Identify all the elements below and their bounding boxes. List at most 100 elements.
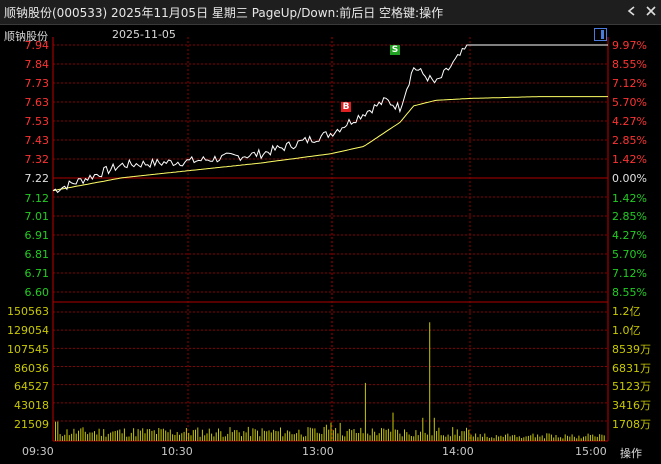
volume-bar [201,429,203,441]
volume-bar [218,428,219,441]
pct-label: 2.85% [612,134,647,147]
volume-bar [351,430,353,441]
volume-bar [387,428,389,441]
volume-bar [344,436,346,441]
volume-bar [431,435,433,441]
volume-bar [539,436,541,441]
volume-bar [286,430,288,441]
average-price-line [52,96,608,192]
volume-bar [153,430,155,441]
volume-bar [87,434,89,441]
volume-bar [433,417,435,441]
volume-bar [96,434,98,441]
pct-label: 5.70% [612,96,647,109]
volume-bar [527,435,529,441]
volume-bar [555,435,557,441]
volume-bar [438,427,440,441]
volume-bar [362,433,364,441]
volume-bar [548,433,550,441]
volume-bar [560,437,562,441]
volume-bar [303,436,304,441]
time-label: 09:30 [22,445,54,458]
volume-bar [229,427,231,441]
volume-bar [374,431,376,441]
volume-bar [415,430,417,441]
price-label: 7.84 [24,58,50,71]
volume-bar [594,436,596,441]
volume-bar [401,436,403,441]
volume-bar [328,429,330,441]
pct-label: 7.12% [612,267,647,280]
price-label: 6.71 [24,267,50,280]
volume-bar [573,436,575,441]
volume-bar [169,429,171,441]
volume-bar [121,433,123,441]
volume-bar [337,433,339,441]
volume-bar [585,436,587,441]
volume-bar [383,428,385,441]
volume-bar [192,430,194,441]
volume-bar [562,438,564,441]
volume-bar [289,431,291,441]
volume-bar [443,435,444,441]
volume-bar [394,429,396,441]
volume-bar [123,428,125,441]
volume-bar [291,434,293,441]
volume-bar [601,434,603,441]
volume-bar [277,431,279,441]
volume-bar [424,432,426,441]
pct-label: 8.55% [612,286,647,299]
volume-bar [296,433,298,441]
volume-bar [479,434,481,441]
volume-bar [378,433,380,441]
volume-bar [468,429,470,441]
volume-bar [500,435,502,441]
price-label: 7.73 [24,77,50,90]
volume-bar [330,422,332,441]
volume-bar [298,429,300,441]
buy-marker[interactable]: B [341,102,351,112]
volume-bar [57,421,59,441]
volume-bar [381,428,382,441]
volume-bar [110,432,112,441]
volume-bar [472,436,474,441]
volume-bar [521,438,523,441]
volume-bar [261,428,263,441]
volume-bar [532,433,534,441]
volume-label: 64527 [14,380,49,393]
volume-bar [325,424,327,441]
volume-bar [234,430,236,441]
price-label: 6.60 [24,286,50,299]
volume-bar [162,428,164,441]
volume-bar [66,429,68,441]
operation-button[interactable]: 操作 [620,445,642,461]
volume-bar [64,434,66,441]
volume-bar [247,426,249,441]
amount-label: 1708万 [612,418,651,431]
volume-bar [420,431,421,441]
volume-bar [413,436,415,441]
volume-bar [133,428,135,441]
pct-label: 9.97% [612,39,647,52]
volume-bar [339,422,341,441]
volume-bar [257,430,258,441]
volume-bar [493,438,495,441]
volume-bar [82,427,84,441]
volume-bar [144,433,146,441]
volume-bar [227,433,229,441]
volume-bar [254,429,256,441]
volume-bar [323,427,325,441]
volume-bar [59,434,61,441]
volume-bar [305,436,307,441]
volume-bar [445,436,447,441]
volume-bar [71,433,73,441]
volume-bar [293,434,295,441]
price-line [52,44,608,194]
pct-label: 1.42% [612,192,647,205]
volume-bar [406,432,408,441]
volume-bar [498,436,500,441]
sell-marker[interactable]: S [390,45,400,55]
volume-bar [280,427,281,441]
price-label: 7.43 [24,134,50,147]
volume-bars [55,322,605,441]
